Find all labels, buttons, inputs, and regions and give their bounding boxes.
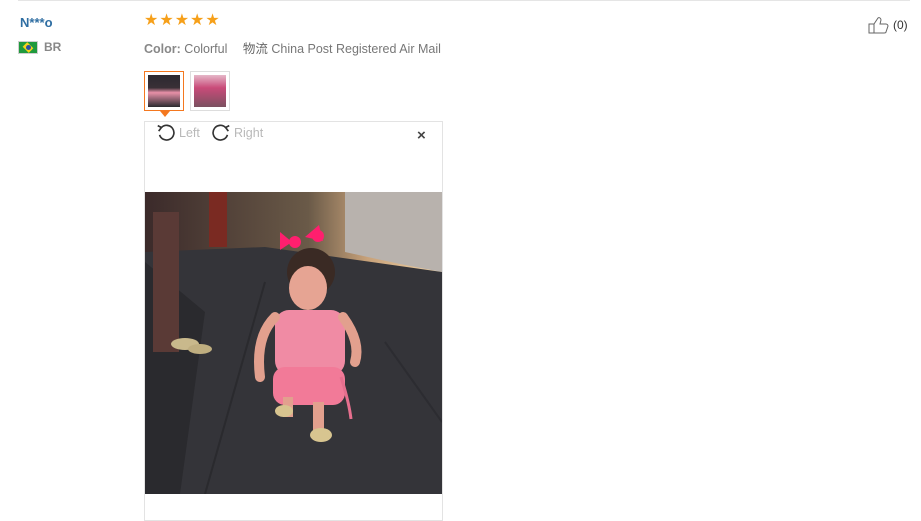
rotate-right-icon <box>212 124 230 141</box>
photo-viewer: Left Right × <box>144 121 443 521</box>
photo-thumbnails <box>144 71 230 117</box>
shipping-value: China Post Registered Air Mail <box>271 42 441 56</box>
rating-stars: ★ ★ ★ ★ ★ <box>144 13 220 29</box>
star-icon: ★ <box>174 12 190 29</box>
helpful-count: (0) <box>893 18 908 32</box>
review-photo-image <box>145 192 442 494</box>
star-icon: ★ <box>144 12 159 29</box>
close-icon[interactable]: × <box>417 127 426 144</box>
brazil-flag-icon <box>18 40 38 54</box>
shipping-label: 物流 <box>242 42 268 56</box>
thumbnail-image <box>148 75 180 107</box>
country-code: BR <box>44 40 62 54</box>
rotate-right-label: Right <box>234 126 264 140</box>
star-icon: ★ <box>190 12 205 29</box>
divider <box>18 0 910 1</box>
color-value: Colorful <box>184 42 228 56</box>
rotate-left-label: Left <box>179 126 200 140</box>
star-icon: ★ <box>205 12 220 29</box>
rotate-left-icon <box>157 124 175 141</box>
review-photo <box>145 192 442 494</box>
photo-thumbnail-1[interactable] <box>144 71 184 117</box>
star-icon: ★ <box>159 12 174 29</box>
thumbnail-image <box>194 75 226 107</box>
reviewer-name[interactable]: N***o <box>20 15 53 30</box>
country: BR <box>18 40 61 54</box>
color-label: Color: <box>144 42 181 56</box>
photo-thumbnail-2[interactable] <box>190 71 230 111</box>
thumbs-up-icon <box>868 17 889 34</box>
rotate-left-button[interactable]: Left <box>155 122 200 144</box>
review-meta: Color: Colorful 物流 China Post Registered… <box>144 38 441 57</box>
helpful-button[interactable]: (0) <box>868 16 908 34</box>
rotate-right-button[interactable]: Right <box>210 122 263 144</box>
